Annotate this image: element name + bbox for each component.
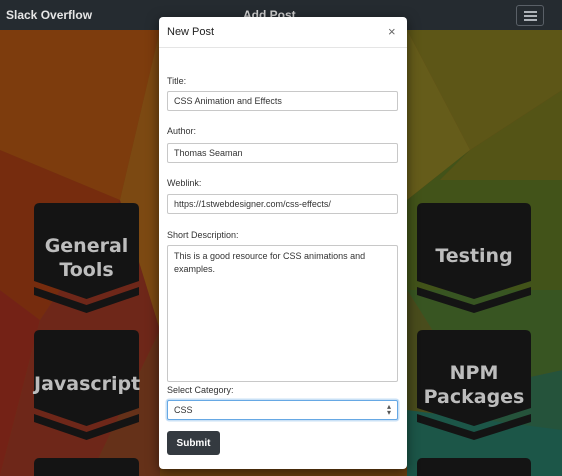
author-label: Author:: [167, 126, 197, 136]
badge-label-npm: NPM: [449, 362, 499, 384]
modal-title: New Post: [167, 26, 215, 38]
category-select-value: CSS: [174, 405, 193, 415]
close-icon[interactable]: ×: [388, 24, 396, 39]
weblink-input[interactable]: [167, 194, 398, 214]
title-input[interactable]: [167, 91, 398, 111]
category-select[interactable]: CSS ▴ ▾: [167, 400, 398, 420]
category-badge-javascript[interactable]: Javascript: [34, 330, 141, 440]
modal-header: New Post ×: [159, 17, 407, 48]
hamburger-icon[interactable]: [516, 5, 544, 26]
submit-button[interactable]: Submit: [167, 431, 220, 455]
category-label: Select Category:: [167, 385, 234, 395]
category-badge-partial: [417, 458, 531, 476]
badge-label-packages: Packages: [423, 386, 525, 408]
badge-label-general: General: [44, 235, 129, 257]
brand-logo-text[interactable]: Slack Overflow: [6, 8, 92, 22]
author-input[interactable]: [167, 143, 398, 163]
title-label: Title:: [167, 76, 187, 86]
category-badge-partial: [34, 458, 139, 476]
category-badge-general-tools[interactable]: General Tools: [34, 203, 139, 313]
weblink-label: Weblink:: [167, 178, 202, 188]
new-post-modal: New Post × Title: Author: Weblink: Short…: [159, 17, 407, 469]
select-caret-icon: ▴ ▾: [386, 402, 391, 417]
badge-label-testing: Testing: [435, 245, 513, 267]
badge-label-javascript: Javascript: [34, 373, 141, 395]
badge-label-tools: Tools: [59, 259, 114, 281]
description-label: Short Description:: [167, 230, 239, 240]
category-badge-testing[interactable]: Testing: [417, 203, 531, 313]
category-badge-npm-packages[interactable]: NPM Packages: [417, 330, 531, 440]
description-textarea[interactable]: This is a good resource for CSS animatio…: [167, 245, 398, 382]
